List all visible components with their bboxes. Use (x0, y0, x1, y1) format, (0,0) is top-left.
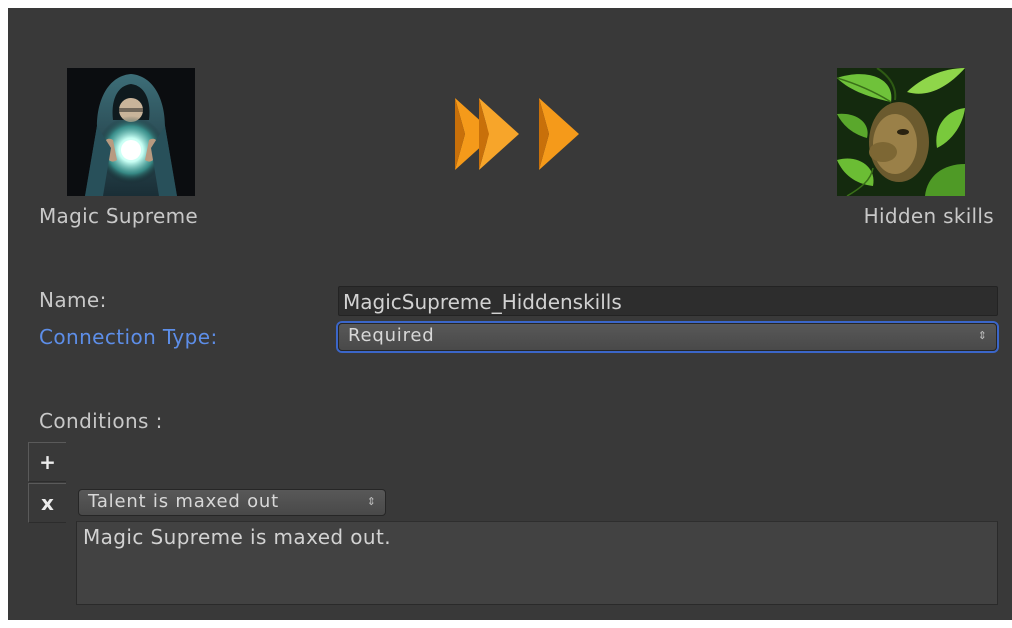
add-condition-button[interactable]: + (28, 442, 66, 482)
connection-type-dropdown[interactable]: Required ⇕ (338, 323, 997, 351)
condition-type-dropdown[interactable]: Talent is maxed out ⇕ (78, 489, 386, 516)
source-talent-name: Magic Supreme (39, 204, 198, 228)
dropdown-arrow-icon: ⇕ (366, 495, 376, 508)
fast-forward-arrows-icon (455, 98, 579, 170)
conditions-label: Conditions : (39, 409, 163, 433)
target-talent-name: Hidden skills (863, 204, 994, 228)
leaf-hidden-face-icon (837, 68, 965, 196)
connection-type-value: Required (348, 325, 435, 346)
remove-condition-button[interactable]: x (28, 483, 66, 523)
connection-inspector-panel: Magic Supreme Hidden skills Name: MagicS… (8, 8, 1012, 620)
name-label: Name: (39, 288, 107, 312)
dropdown-arrow-icon: ⇕ (977, 329, 987, 342)
name-field[interactable]: MagicSupreme_Hiddenskills (338, 286, 998, 316)
hooded-mage-orb-icon (67, 68, 195, 196)
condition-type-value: Talent is maxed out (88, 491, 279, 512)
connection-type-label: Connection Type: (39, 325, 218, 349)
condition-description-box: Magic Supreme is maxed out. (76, 521, 998, 605)
